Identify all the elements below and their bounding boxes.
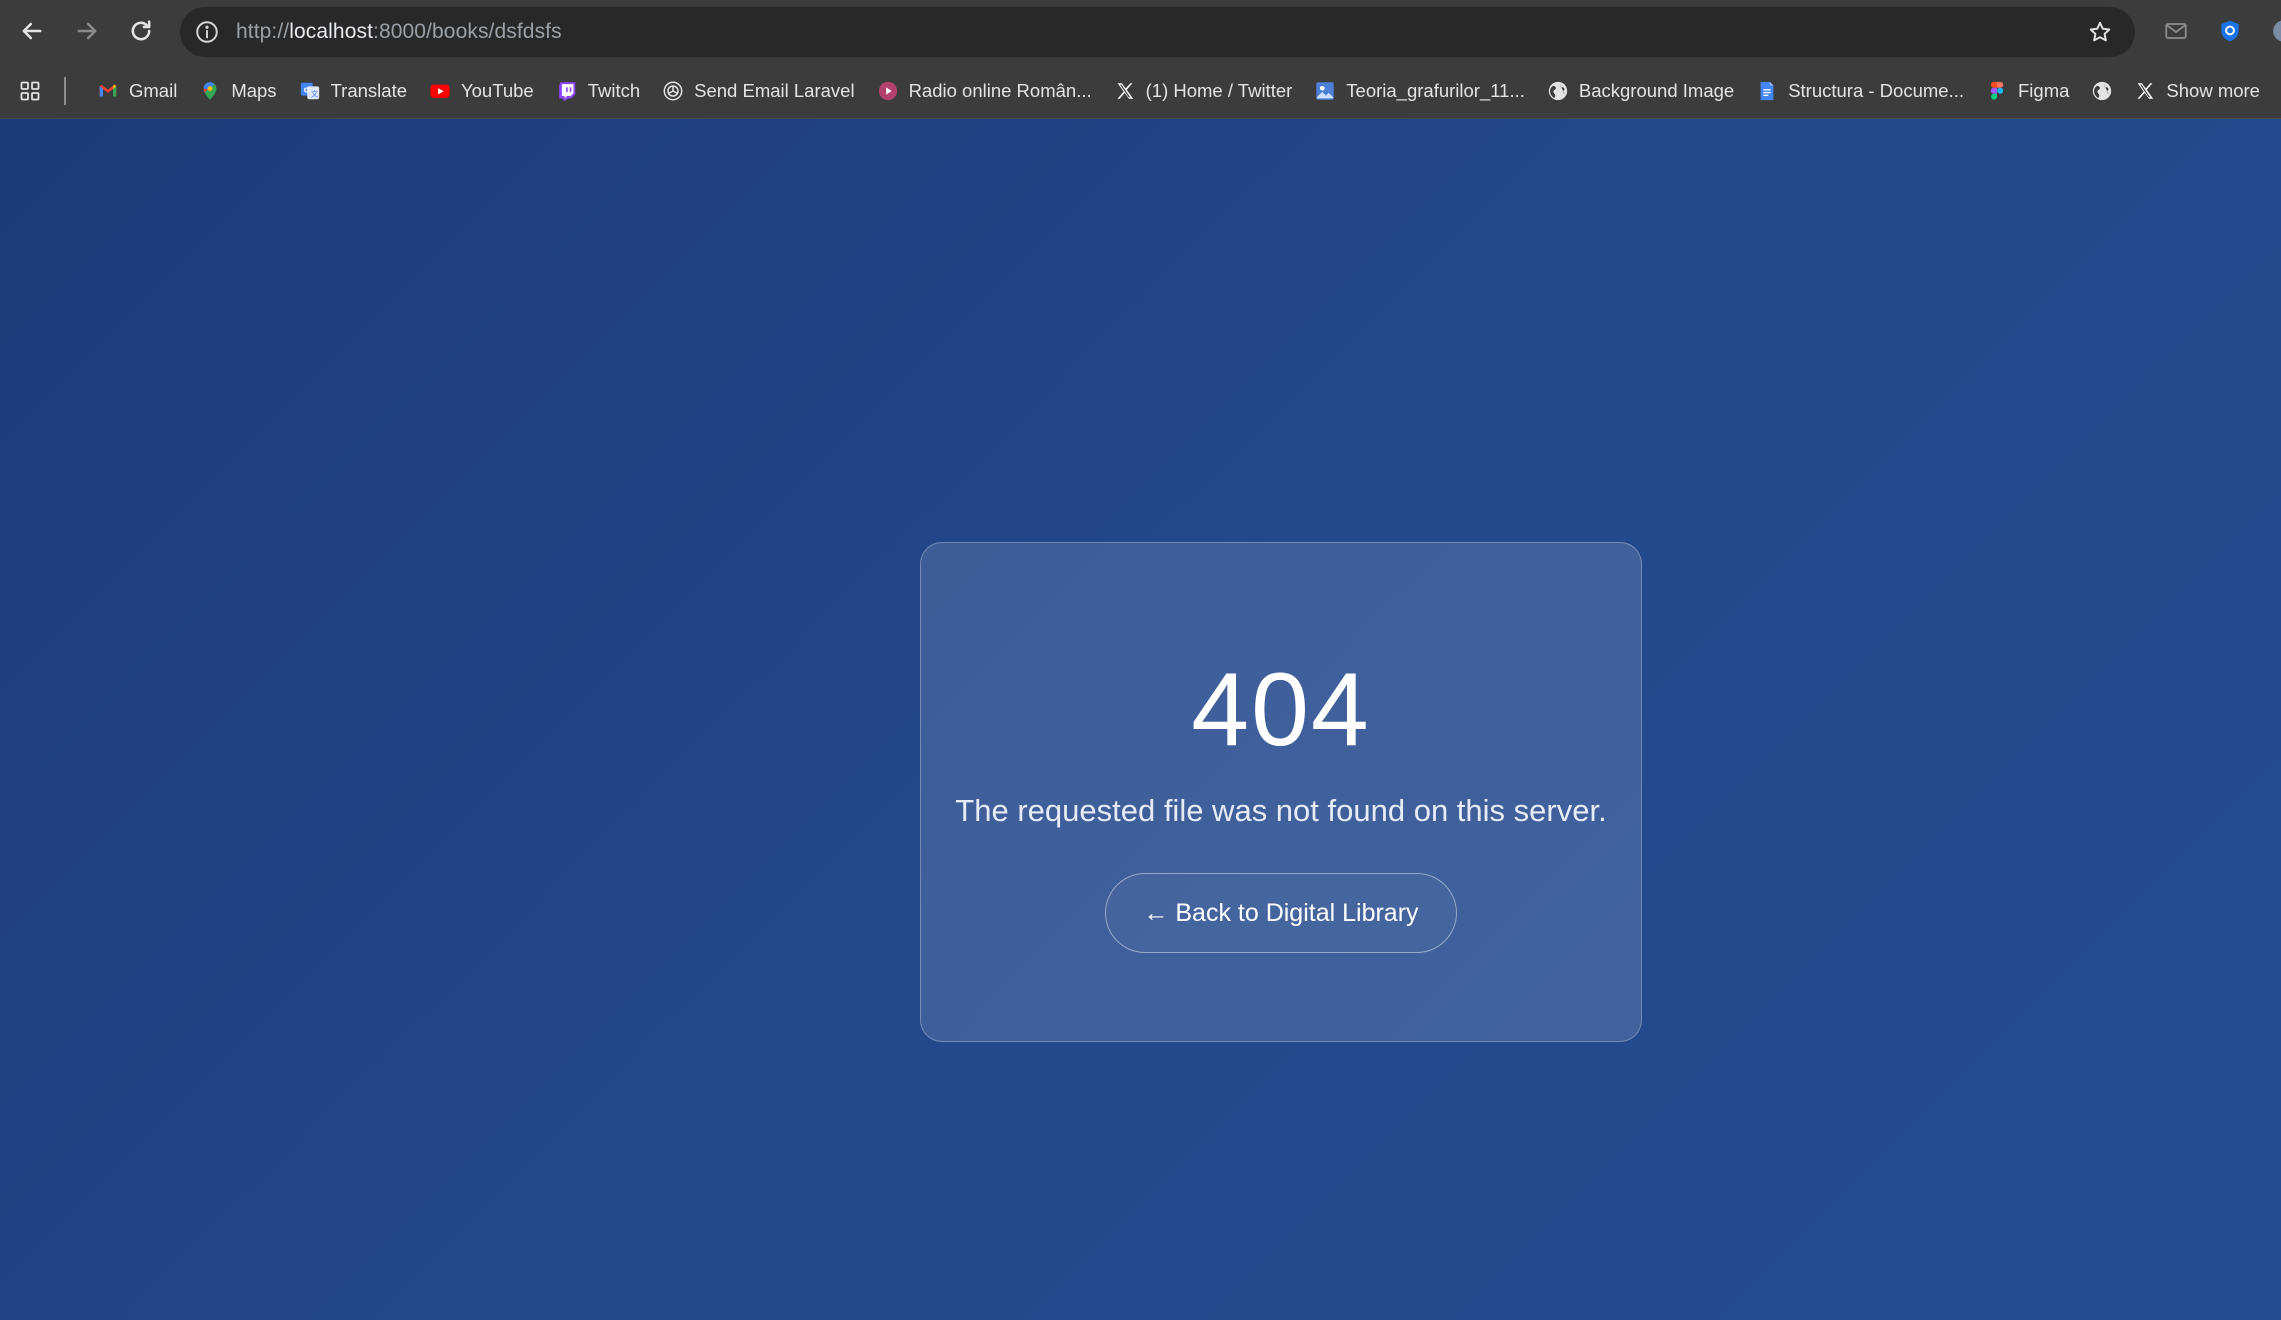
bookmark-teoria-grafurilor[interactable]: Teoria_grafurilor_11... bbox=[1303, 71, 1536, 111]
bookmark-label: Teoria_grafurilor_11... bbox=[1346, 79, 1525, 101]
bookmark-background-image[interactable]: Background Image bbox=[1536, 71, 1745, 111]
bookmark-label: Translate bbox=[330, 79, 407, 101]
bookmark-label: Send Email Laravel bbox=[694, 79, 855, 101]
reload-icon[interactable] bbox=[115, 5, 167, 57]
globe-icon bbox=[2091, 80, 2113, 102]
profile-icon[interactable] bbox=[2268, 15, 2281, 47]
bookmark-label: (1) Home / Twitter bbox=[1145, 79, 1293, 101]
bookmark-label: Show more bbox=[2166, 79, 2260, 101]
radio-icon bbox=[877, 80, 899, 102]
openai-icon bbox=[662, 80, 684, 102]
twitch-icon bbox=[556, 80, 578, 102]
bookmark-unnamed-globe[interactable] bbox=[2080, 71, 2123, 111]
bookmark-label: Gmail bbox=[129, 79, 178, 101]
address-bar[interactable]: http://localhost:8000/books/dsfdsfs bbox=[180, 7, 2135, 57]
url-text[interactable]: http://localhost:8000/books/dsfdsfs bbox=[236, 20, 562, 44]
bookmark-radio-online[interactable]: Radio online Român... bbox=[866, 71, 1103, 111]
bookmark-show-more[interactable]: Show more bbox=[2123, 71, 2271, 111]
bookmark-label: Radio online Român... bbox=[908, 79, 1092, 101]
bookmark-label: Background Image bbox=[1578, 79, 1735, 101]
bookmark-send-email-laravel[interactable]: Send Email Laravel bbox=[651, 71, 865, 111]
mail-extension-icon[interactable] bbox=[2160, 15, 2192, 47]
site-info-icon[interactable] bbox=[190, 15, 224, 49]
forward-arrow-icon[interactable] bbox=[61, 5, 113, 57]
bookmark-gmail[interactable]: Gmail bbox=[86, 71, 188, 111]
bookmarks-divider bbox=[64, 76, 66, 105]
bookmark-twitch[interactable]: Twitch bbox=[545, 71, 651, 111]
bookmark-figma[interactable]: Figma bbox=[1975, 71, 2080, 111]
bookmark-translate[interactable]: G文 Translate bbox=[288, 71, 418, 111]
back-arrow-icon[interactable] bbox=[6, 5, 58, 57]
bookmark-star-icon[interactable] bbox=[2083, 15, 2117, 49]
bookmark-label: Maps bbox=[231, 79, 277, 101]
maps-icon bbox=[199, 80, 221, 102]
youtube-icon bbox=[429, 80, 451, 102]
url-scheme: http:// bbox=[236, 20, 290, 43]
bookmark-maps[interactable]: Maps bbox=[188, 71, 287, 111]
apps-grid-icon[interactable] bbox=[0, 63, 60, 118]
browser-toolbar: http://localhost:8000/books/dsfdsfs bbox=[0, 0, 2281, 63]
url-host: localhost bbox=[289, 20, 374, 43]
svg-text:文: 文 bbox=[310, 89, 318, 98]
globe-icon bbox=[1547, 80, 1569, 102]
bookmark-structura-document[interactable]: Structura - Docume... bbox=[1745, 71, 1975, 111]
error-code: 404 bbox=[1191, 652, 1371, 768]
bookmark-label: Twitch bbox=[587, 79, 641, 101]
bookmark-youtube[interactable]: YouTube bbox=[418, 71, 545, 111]
bookmark-label: Structura - Docume... bbox=[1788, 79, 1964, 101]
image-icon bbox=[1314, 80, 1336, 102]
error-message: The requested file was not found on this… bbox=[955, 793, 1607, 828]
svg-text:G: G bbox=[303, 85, 309, 94]
bookmark-twitter-home[interactable]: (1) Home / Twitter bbox=[1103, 71, 1304, 111]
docs-icon bbox=[1756, 80, 1778, 102]
translate-icon: G文 bbox=[299, 80, 321, 102]
x-icon bbox=[1114, 80, 1136, 102]
back-to-library-button[interactable]: ← Back to Digital Library bbox=[1105, 873, 1457, 953]
figma-icon bbox=[1986, 80, 2008, 102]
bookmark-label: Figma bbox=[2018, 79, 2070, 101]
shield-extension-icon[interactable] bbox=[2214, 15, 2246, 47]
x-icon bbox=[2134, 80, 2156, 102]
bookmarks-bar: Gmail Maps G文 Translate YouTube Twitch S… bbox=[0, 63, 2281, 119]
url-path: :8000/books/dsfdsfs bbox=[373, 20, 562, 43]
error-card: 404 The requested file was not found on … bbox=[920, 542, 1642, 1042]
bookmark-label: YouTube bbox=[461, 79, 534, 101]
gmail-icon bbox=[97, 80, 119, 102]
page-background: 404 The requested file was not found on … bbox=[0, 119, 2281, 1320]
